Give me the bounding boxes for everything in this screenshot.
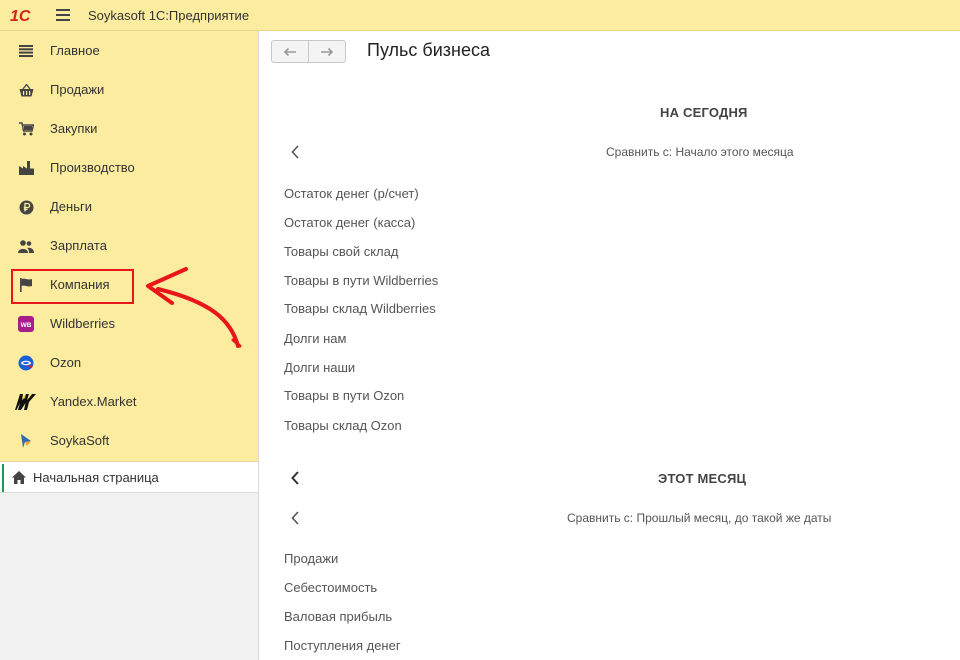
section-title-month: ЭТОТ МЕСЯЦ (658, 471, 747, 486)
forward-button[interactable] (308, 41, 345, 62)
active-indicator (2, 464, 4, 492)
compare-period-today[interactable]: Сравнить с: Начало этого месяца (606, 145, 794, 159)
sidebar-item-salary[interactable]: Зарплата (0, 226, 258, 265)
menu-icon[interactable] (56, 9, 70, 21)
metric-item[interactable]: Товары склад Wildberries (284, 301, 436, 316)
flag-icon (18, 277, 34, 293)
arrow-left-icon (283, 47, 296, 56)
sidebar-item-wildberries[interactable]: WB Wildberries (0, 304, 258, 343)
metric-item[interactable]: Товары склад Ozon (284, 418, 402, 433)
wildberries-logo-icon: WB (18, 316, 34, 332)
ozon-logo-icon (18, 355, 34, 371)
soykasoft-logo-icon (18, 433, 34, 449)
app-title: Soykasoft 1С:Предприятие (88, 7, 250, 23)
sidebar-item-yandex-market[interactable]: Yandex.Market (0, 382, 258, 421)
cart-icon (18, 121, 34, 137)
section-title-today: НА СЕГОДНЯ (660, 105, 748, 120)
sidebar-item-label: Деньги (50, 199, 92, 214)
ruble-coin-icon (18, 199, 34, 215)
sidebar-item-label: SoykaSoft (50, 433, 110, 448)
sidebar-item-purchases[interactable]: Закупки (0, 109, 258, 148)
back-button[interactable] (272, 41, 308, 62)
sidebar-item-company[interactable]: Компания (0, 265, 258, 304)
sidebar-item-production[interactable]: Производство (0, 148, 258, 187)
sidebar-empty-area (0, 493, 258, 660)
top-bar: 1С Soykasoft 1С:Предприятие (0, 0, 960, 31)
metric-item[interactable]: Остаток денег (касса) (284, 215, 415, 230)
sidebar-item-home[interactable]: Начальная страница (0, 461, 258, 493)
metric-item[interactable]: Товары свой склад (284, 244, 398, 259)
sidebar-item-soykasoft[interactable]: SoykaSoft (0, 421, 258, 460)
factory-icon (18, 160, 34, 176)
sidebar-item-label: Ozon (50, 355, 82, 370)
history-nav (271, 40, 346, 63)
metric-item[interactable]: Остаток денег (р/счет) (284, 186, 419, 201)
yandex-market-logo-icon (15, 394, 37, 410)
compare-period-month[interactable]: Сравнить с: Прошлый месяц, до такой же д… (567, 511, 831, 525)
sidebar: Главное Продажи Закупки Производство Ден (0, 31, 259, 660)
svg-text:1С: 1С (10, 8, 31, 24)
sidebar-item-label: Главное (50, 43, 100, 58)
metric-item[interactable]: Товары в пути Ozon (284, 388, 404, 403)
sidebar-item-label: Зарплата (50, 238, 107, 253)
sidebar-item-money[interactable]: Деньги (0, 187, 258, 226)
chevron-left-icon[interactable] (288, 144, 302, 160)
1c-logo[interactable]: 1С (10, 5, 42, 25)
sidebar-item-label: Закупки (50, 121, 98, 136)
metric-item[interactable]: Продажи (284, 551, 338, 566)
sidebar-item-label: Yandex.Market (50, 394, 137, 409)
metric-item[interactable]: Долги наши (284, 360, 355, 375)
arrow-right-icon (321, 47, 334, 56)
sidebar-item-label: Продажи (50, 82, 105, 97)
metric-item[interactable]: Валовая прибыль (284, 609, 392, 624)
people-icon (18, 238, 34, 254)
metric-item[interactable]: Себестоимость (284, 580, 377, 595)
chevron-left-icon[interactable] (288, 510, 302, 526)
home-label: Начальная страница (33, 469, 159, 485)
sections-panel: Главное Продажи Закупки Производство Ден (0, 31, 258, 461)
metric-item[interactable]: Долги нам (284, 331, 346, 346)
sidebar-item-label: Компания (50, 277, 110, 292)
sidebar-item-label: Производство (50, 160, 135, 175)
metric-item[interactable]: Товары в пути Wildberries (284, 273, 438, 288)
basket-icon (18, 82, 34, 98)
page-title: Пульс бизнеса (367, 40, 491, 60)
sidebar-item-ozon[interactable]: Ozon (0, 343, 258, 382)
sidebar-item-sales[interactable]: Продажи (0, 70, 258, 109)
sidebar-item-main[interactable]: Главное (0, 31, 258, 70)
main-content: Пульс бизнеса НА СЕГОДНЯ Сравнить с: Нач… (260, 31, 960, 660)
collapse-section-icon[interactable] (288, 470, 302, 486)
svg-text:WB: WB (21, 322, 32, 329)
metric-item[interactable]: Поступления денег (284, 638, 401, 653)
home-icon (12, 471, 26, 484)
sidebar-item-label: Wildberries (50, 316, 116, 331)
list-icon (18, 43, 34, 59)
